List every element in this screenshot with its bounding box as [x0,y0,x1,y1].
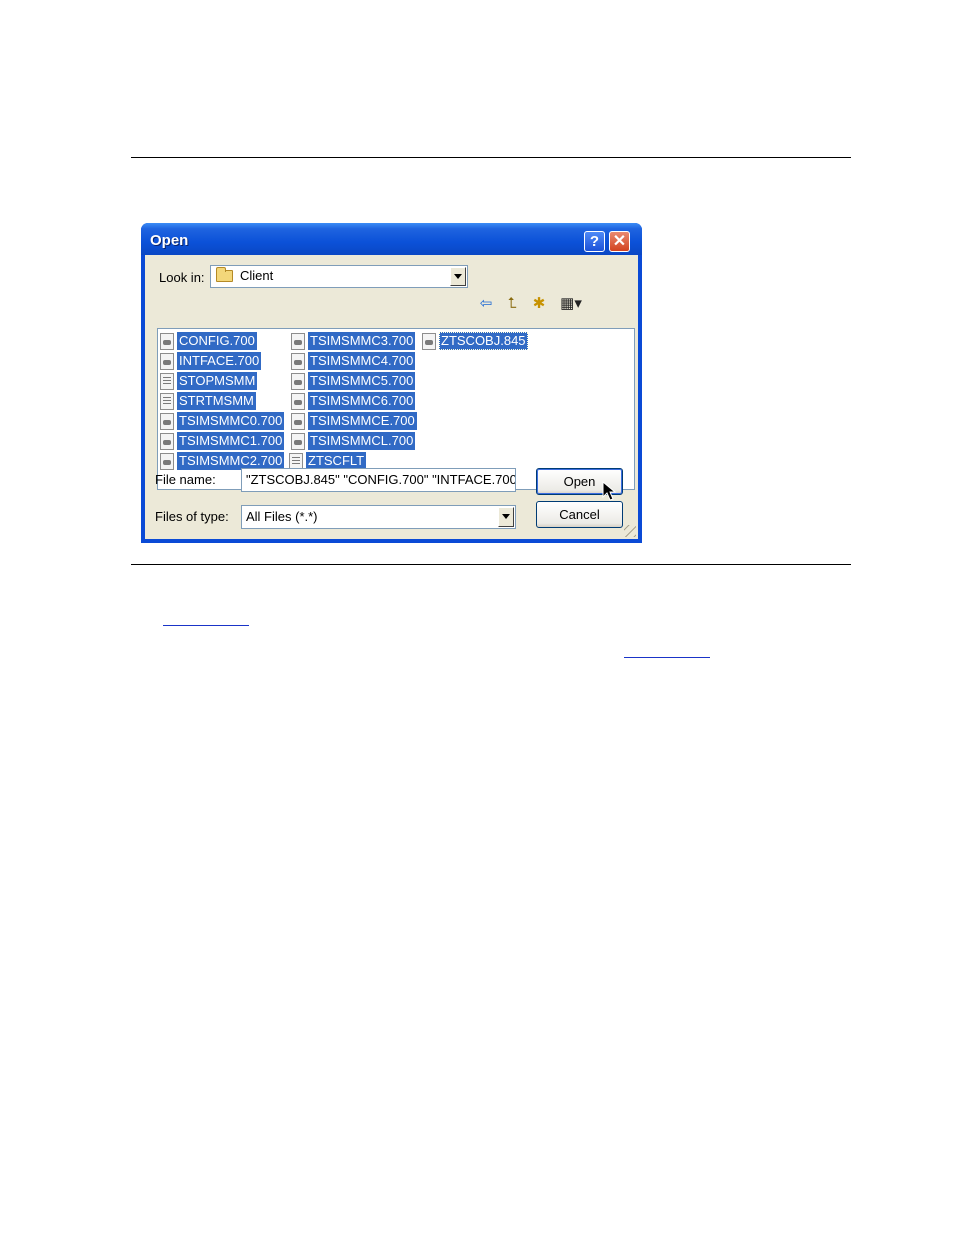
system-file-icon [160,433,174,450]
look-in-value: Client [240,268,274,283]
file-name: TSIMSMMCE.700 [308,412,417,430]
close-button[interactable]: ✕ [609,231,630,252]
look-in-dropdown[interactable]: Client [210,265,468,288]
views-menu-icon[interactable]: ▦▾ [556,295,586,313]
mouse-pointer-icon [602,481,617,501]
system-file-icon [291,373,305,390]
help-button[interactable]: ? [584,231,605,252]
open-file-dialog: Open ? ✕ Look in: Client ⇦ ⮤ ✱ ▦▾ CONFIG… [141,223,642,543]
file-name: TSIMSMMC1.700 [177,432,285,450]
file-type-dropdown[interactable]: All Files (*.*) [241,505,516,529]
file-name: ZTSCOBJ.845 [439,332,528,350]
system-file-icon [160,453,174,470]
text-file-icon [160,393,174,410]
top-divider-line [131,157,851,158]
file-name: TSIMSMMC3.700 [308,332,416,350]
dialog-body: Look in: Client ⇦ ⮤ ✱ ▦▾ CONFIG.700 INTF… [145,255,638,539]
up-folder-icon[interactable]: ⮤ [502,295,522,313]
new-folder-icon[interactable]: ✱ [529,295,549,313]
system-file-icon [291,353,305,370]
file-name: STOPMSMM [177,372,258,390]
file-name: TSIMSMMC5.700 [308,372,416,390]
file-name: TSIMSMMC0.700 [177,412,285,430]
system-file-icon [160,353,174,370]
file-name: TSIMSMMCL.700 [308,432,416,450]
hyperlink-underline[interactable] [624,657,710,658]
cancel-button[interactable]: Cancel [536,501,623,528]
file-list[interactable]: CONFIG.700 INTFACE.700 STOPMSMM STRTMSMM… [157,328,635,490]
system-file-icon [291,413,305,430]
system-file-icon [160,413,174,430]
file-name-field[interactable]: "ZTSCOBJ.845" "CONFIG.700" "INTFACE.700 [241,468,516,492]
file-name-label: File name: [155,472,216,487]
file-name: TSIMSMMC6.700 [308,392,416,410]
system-file-icon [160,333,174,350]
chevron-down-icon[interactable] [498,507,514,527]
look-in-label: Look in: [159,270,205,285]
file-name: INTFACE.700 [177,352,262,370]
text-file-icon [160,373,174,390]
file-name: CONFIG.700 [177,332,257,350]
dialog-title-bar[interactable]: Open ? ✕ [141,223,642,255]
system-file-icon [422,333,436,350]
system-file-icon [291,333,305,350]
dialog-title: Open [150,232,189,249]
back-arrow-icon[interactable]: ⇦ [476,295,496,313]
bottom-divider-line [131,564,851,565]
hyperlink-underline[interactable] [163,625,249,626]
file-type-label: Files of type: [155,509,229,524]
system-file-icon [291,433,305,450]
chevron-down-icon[interactable] [450,267,466,286]
system-file-icon [291,393,305,410]
resize-grip-icon[interactable] [624,525,636,537]
file-name: TSIMSMMC4.700 [308,352,416,370]
file-name: STRTMSMM [177,392,256,410]
folder-icon [216,267,233,282]
file-type-value: All Files (*.*) [246,509,318,524]
